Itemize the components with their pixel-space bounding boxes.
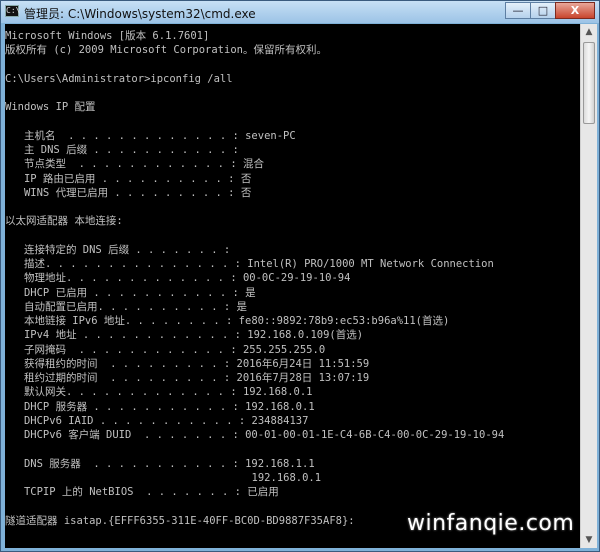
console-line: 隧道适配器 isatap.{EFFF6355-311E-40FF-BC0D-BD… <box>5 514 355 527</box>
console-line: 默认网关. . . . . . . . . . . . . : 192.168.… <box>5 386 313 399</box>
console-line: 以太网适配器 本地连接: <box>5 215 123 228</box>
console-line: IPv4 地址 . . . . . . . . . . . . : 192.16… <box>5 329 364 342</box>
window-title: 管理员: C:\Windows\system32\cmd.exe <box>24 7 256 21</box>
console-line: IP 路由已启用 . . . . . . . . . . : 否 <box>5 172 252 185</box>
maximize-button[interactable]: □ <box>530 2 556 19</box>
title-bar[interactable]: C:\ 管理员: C:\Windows\system32\cmd.exe — □… <box>1 1 599 23</box>
watermark: winfanqie.com <box>407 511 575 536</box>
console-line: TCPIP 上的 NetBIOS . . . . . . . : 已启用 <box>5 486 279 498</box>
console-line: DHCP 服务器 . . . . . . . . . . . : 192.168… <box>5 400 315 413</box>
console-line: Microsoft Windows [版本 6.1.7601] <box>5 30 210 42</box>
console-line: C:\Users\Administrator>ipconfig /all <box>5 72 233 85</box>
console-line: Windows IP 配置 <box>5 101 96 114</box>
minimize-button[interactable]: — <box>505 2 531 19</box>
console-line: WINS 代理已启用 . . . . . . . . . : 否 <box>5 186 252 199</box>
scroll-down-icon[interactable]: ▼ <box>581 532 597 548</box>
console-output[interactable]: Microsoft Windows [版本 6.1.7601] 版权所有 (c) … <box>5 24 580 548</box>
console-line: 获得租约的时间 . . . . . . . . . : 2016年6月24日 1… <box>5 357 370 370</box>
console-line: DNS 服务器 . . . . . . . . . . . : 192.168.… <box>5 457 315 470</box>
console-line: DHCPv6 IAID . . . . . . . . . . . : 2348… <box>5 414 309 427</box>
console-line: 主机名 . . . . . . . . . . . . . : seven-PC <box>5 129 296 142</box>
console-line: DHCP 已启用 . . . . . . . . . . . : 是 <box>5 286 256 299</box>
console-line: 租约过期的时间 . . . . . . . . . : 2016年7月28日 1… <box>5 372 370 384</box>
console-line: 192.168.0.1 <box>5 471 322 484</box>
console-line: DHCPv6 客户端 DUID . . . . . . . : 00-01-00… <box>5 429 505 441</box>
console-line: 物理地址. . . . . . . . . . . . . : 00-0C-29… <box>5 272 351 285</box>
console-line: 版权所有 (c) 2009 Microsoft Corporation。保留所有… <box>5 44 327 57</box>
cmd-icon[interactable]: C:\ <box>5 5 20 17</box>
console-line: 主 DNS 后缀 . . . . . . . . . . . : <box>5 144 239 156</box>
window-controls: — □ X <box>505 2 595 20</box>
console-line: 子网掩码 . . . . . . . . . . . . : 255.255.2… <box>5 343 326 356</box>
console-line: 描述. . . . . . . . . . . . . . . : Intel(… <box>5 258 494 270</box>
vertical-scrollbar[interactable]: ▲ ▼ <box>580 24 597 548</box>
cmd-window: C:\ 管理员: C:\Windows\system32\cmd.exe — □… <box>0 0 600 552</box>
console-line: 节点类型 . . . . . . . . . . . . : 混合 <box>5 158 264 171</box>
console-line: 连接特定的 DNS 后缀 . . . . . . . : <box>5 243 231 256</box>
console-line: 自动配置已启用. . . . . . . . . . : 是 <box>5 300 248 313</box>
scroll-up-icon[interactable]: ▲ <box>581 24 597 40</box>
close-button[interactable]: X <box>555 2 595 19</box>
scroll-thumb[interactable] <box>583 42 595 124</box>
console-line: 本地链接 IPv6 地址. . . . . . . . : fe80::9892… <box>5 315 450 327</box>
